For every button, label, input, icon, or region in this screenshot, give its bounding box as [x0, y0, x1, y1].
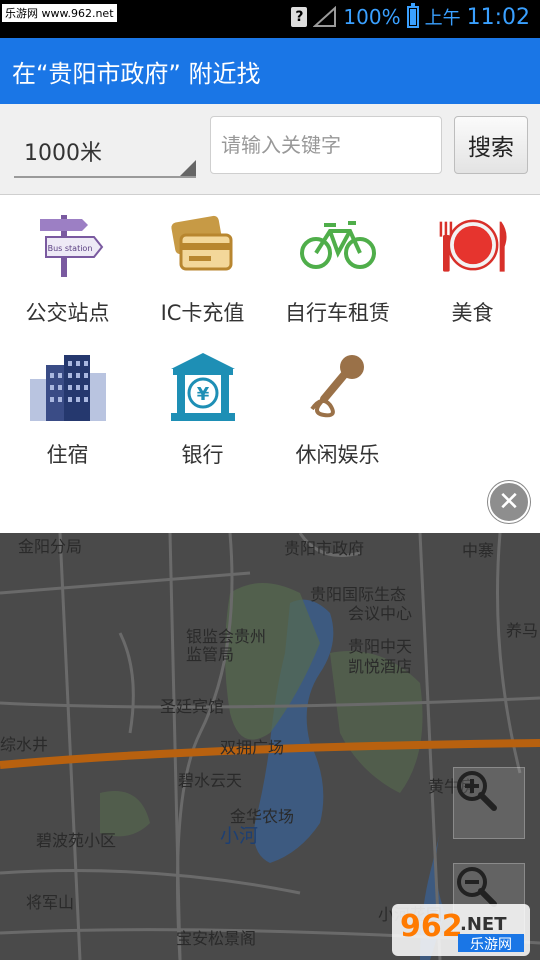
category-label: 自行车租赁 [285, 301, 390, 325]
page-title: 在“贵阳市政府” 附近找 [12, 59, 261, 88]
status-right: ? 100% 上午 11:02 [291, 3, 530, 30]
status-bar: 乐游网 www.962.net ? 100% 上午 11:02 [0, 0, 540, 38]
svg-text:乐游网: 乐游网 [470, 937, 512, 953]
map-label: 监管局 [186, 645, 235, 664]
map-label: 会议中心 [348, 604, 413, 623]
svg-text:.NET: .NET [460, 914, 507, 935]
svg-text:Bus station: Bus station [47, 244, 92, 253]
keyword-input[interactable] [210, 116, 442, 174]
battery-icon [406, 3, 419, 28]
dropdown-corner-icon [180, 160, 196, 176]
map-label: 贵阳市政府 [284, 539, 365, 558]
ic-card-icon [163, 205, 243, 285]
bus-station-sign-icon: Bus station [28, 205, 108, 285]
category-bus-station[interactable]: Bus station 公交站点 [0, 205, 135, 327]
bicycle-icon [298, 205, 378, 285]
zoom-in-button[interactable] [453, 767, 525, 839]
map-label: 碧波苑小区 [36, 831, 117, 850]
map-label: 金阳分局 [18, 537, 83, 556]
category-bike-rental[interactable]: 自行车租赁 [270, 205, 405, 327]
watermark-logo: 962 .NET 乐游网 [392, 904, 530, 956]
map-label: 宝安松景阁 [176, 929, 257, 948]
zoom-in-icon [457, 771, 497, 811]
zoom-out-icon [457, 867, 497, 907]
category-label: 银行 [181, 443, 224, 467]
map-label: 将军山 [26, 893, 75, 912]
category-label: 休闲娱乐 [295, 443, 380, 467]
distance-select[interactable]: 1000米 [14, 125, 196, 178]
close-icon: ✕ [498, 487, 520, 517]
signal-icon [313, 6, 337, 27]
am-pm: 上午 [424, 8, 461, 29]
map-label: 双拥广场 [220, 738, 285, 757]
search-button[interactable]: 搜索 [454, 116, 528, 174]
category-leisure[interactable]: 休闲娱乐 [270, 347, 405, 469]
svg-text:962: 962 [400, 909, 463, 944]
category-ic-card[interactable]: IC卡充值 [135, 205, 270, 327]
app-bar: 在“贵阳市政府” 附近找 [0, 38, 540, 104]
clock: 11:02 [466, 4, 530, 30]
distance-value: 1000米 [24, 140, 102, 166]
category-panel: Bus station 公交站点 IC卡充值 自行车租赁 美食 住宿 ¥ 银行 … [0, 195, 540, 533]
map-label: 圣廷宾馆 [160, 697, 225, 716]
map-label: 养马 [506, 621, 539, 640]
water-label: 小河 [220, 825, 259, 847]
microphone-icon [298, 347, 378, 427]
category-bank[interactable]: ¥ 银行 [135, 347, 270, 469]
svg-text:¥: ¥ [196, 384, 209, 405]
map-label: 中寨 [462, 541, 495, 560]
bank-icon: ¥ [163, 347, 243, 427]
unknown-status-icon: ? [291, 7, 308, 27]
fork-plate-knife-icon [433, 205, 513, 285]
category-label: 美食 [451, 301, 494, 325]
category-label: 住宿 [46, 443, 89, 467]
close-panel-button[interactable]: ✕ [488, 481, 530, 523]
battery-percent: 100% [343, 5, 401, 29]
map-view[interactable]: 金阳分局 贵阳市政府 中寨 贵阳国际生态 会议中心 银监会贵州 监管局 贵阳中天… [0, 533, 540, 960]
category-food[interactable]: 美食 [405, 205, 540, 327]
category-lodging[interactable]: 住宿 [0, 347, 135, 469]
map-label: 碧水云天 [178, 771, 243, 790]
map-label: 综水井 [0, 735, 49, 754]
category-label: IC卡充值 [160, 301, 245, 325]
category-label: 公交站点 [25, 301, 110, 325]
site-watermark-label: 乐游网 www.962.net [2, 4, 117, 22]
map-label: 凯悦酒店 [348, 657, 413, 676]
hotel-buildings-icon [28, 347, 108, 427]
